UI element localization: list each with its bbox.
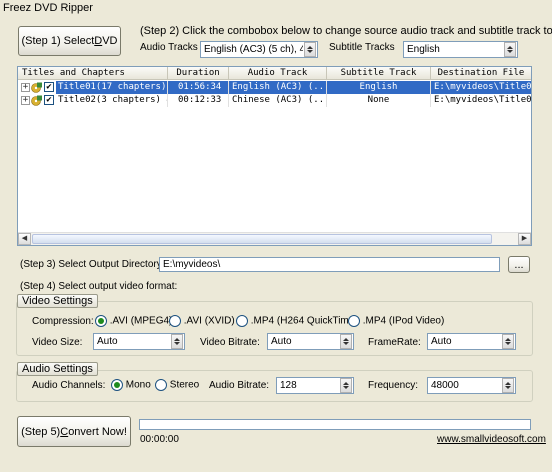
- audio-settings-legend: Audio Settings: [17, 362, 98, 376]
- select-dvd-label-post: VD: [102, 35, 118, 47]
- convert-label-pre: (Step 5): [21, 425, 61, 438]
- scroll-right-icon[interactable]: ▶: [518, 233, 531, 245]
- spin-arrows-icon[interactable]: [502, 378, 514, 393]
- frequency-combobox[interactable]: 48000: [427, 377, 516, 394]
- duration-cell: 01:56:34: [168, 81, 229, 94]
- subtitle-cell: English: [327, 81, 431, 94]
- audio-channels-label: Audio Channels:: [32, 380, 106, 391]
- window-title: Freez DVD Ripper: [0, 0, 552, 16]
- audio-cell: Chinese (AC3) (...: [229, 94, 327, 107]
- compression-option-label: .MP4 (IPod Video): [362, 315, 445, 327]
- expand-plus-icon[interactable]: +: [21, 83, 30, 92]
- compression-option-avi-mpeg4[interactable]: .AVI (MPEG4): [95, 315, 172, 327]
- compression-option-label: .AVI (MPEG4): [109, 315, 173, 327]
- video-bitrate-value: Auto: [271, 336, 292, 347]
- video-size-value: Auto: [97, 336, 118, 347]
- expand-plus-icon[interactable]: +: [21, 96, 30, 105]
- frequency-value: 48000: [431, 380, 459, 391]
- radio-selected-icon[interactable]: [111, 379, 123, 391]
- spin-arrows-icon[interactable]: [171, 334, 183, 349]
- dvd-disc-icon: [31, 95, 42, 106]
- audio-tracks-label: Audio Tracks: [140, 42, 198, 53]
- framerate-value: Auto: [431, 336, 452, 347]
- duration-cell: 00:12:33: [168, 94, 229, 107]
- output-directory-label: (Step 3) Select Output Directory:: [20, 259, 165, 270]
- audio-bitrate-combobox[interactable]: 128: [276, 377, 354, 394]
- radio-empty-icon[interactable]: [236, 315, 248, 327]
- select-dvd-label-key: D: [94, 35, 103, 47]
- table-row[interactable]: + ✔ Title01(17 chapters)... 01:56:34 Eng…: [18, 81, 531, 94]
- radio-empty-icon[interactable]: [169, 315, 181, 327]
- column-header-subtitle-track[interactable]: Subtitle Track: [327, 67, 431, 80]
- convert-label-post: onvert Now!: [68, 425, 127, 438]
- video-size-combobox[interactable]: Auto: [93, 333, 185, 350]
- spin-arrows-icon[interactable]: [502, 334, 514, 349]
- output-format-label: (Step 4) Select output video format:: [20, 281, 178, 292]
- audio-channel-mono-label: Mono: [125, 379, 151, 391]
- audio-bitrate-value: 128: [280, 380, 297, 391]
- dvd-disc-icon: [31, 82, 42, 93]
- browse-button[interactable]: ...: [508, 256, 530, 273]
- select-dvd-label-pre: (Step 1) Select: [21, 35, 95, 47]
- radio-empty-icon[interactable]: [155, 379, 167, 391]
- conversion-progress-bar: [139, 419, 531, 430]
- subtitle-tracks-value: English: [407, 44, 440, 55]
- audio-channel-mono[interactable]: Mono: [111, 379, 151, 391]
- column-header-duration[interactable]: Duration: [168, 67, 229, 80]
- audio-tracks-value: English (AC3) (5 ch), 48000Hz: [204, 44, 303, 55]
- video-settings-legend: Video Settings: [17, 294, 98, 308]
- radio-empty-icon[interactable]: [348, 315, 360, 327]
- audio-channel-stereo[interactable]: Stereo: [155, 379, 199, 391]
- compression-option-avi-xvid[interactable]: .AVI (XVID): [169, 315, 235, 327]
- framerate-label: FrameRate:: [368, 337, 421, 348]
- compression-option-mp4-ipod[interactable]: .MP4 (IPod Video): [348, 315, 444, 327]
- elapsed-time: 00:00:00: [140, 434, 179, 445]
- title-cell: Title02(3 chapters) 4:3: [56, 94, 168, 107]
- listview-header: Titles and Chapters Duration Audio Track…: [18, 67, 531, 80]
- subtitle-tracks-combobox[interactable]: English: [403, 41, 518, 58]
- select-dvd-button[interactable]: (Step 1) Select D VD: [18, 26, 121, 56]
- video-bitrate-combobox[interactable]: Auto: [267, 333, 354, 350]
- scroll-left-icon[interactable]: ◀: [18, 233, 31, 245]
- titles-listview[interactable]: Titles and Chapters Duration Audio Track…: [17, 66, 532, 246]
- radio-selected-icon[interactable]: [95, 315, 107, 327]
- horizontal-scrollbar[interactable]: ◀ ▶: [18, 232, 531, 245]
- compression-option-mp4-h264[interactable]: .MP4 (H264 QuickTime): [236, 315, 358, 327]
- video-bitrate-label: Video Bitrate:: [200, 337, 260, 348]
- audio-cell: English (AC3) (...: [229, 81, 327, 94]
- column-header-audio-track[interactable]: Audio Track: [229, 67, 327, 80]
- audio-tracks-combobox[interactable]: English (AC3) (5 ch), 48000Hz: [200, 41, 318, 58]
- website-link[interactable]: www.smallvideosoft.com: [437, 434, 546, 445]
- spin-arrows-icon[interactable]: [504, 42, 516, 57]
- compression-label: Compression:: [32, 316, 94, 327]
- compression-option-label: .AVI (XVID): [183, 315, 235, 327]
- subtitle-tracks-label: Subtitle Tracks: [329, 42, 395, 53]
- column-header-titles[interactable]: Titles and Chapters: [18, 67, 168, 80]
- convert-label-key: C: [60, 425, 69, 438]
- scrollbar-thumb[interactable]: [32, 234, 492, 244]
- convert-now-button[interactable]: (Step 5) Convert Now!: [17, 416, 131, 447]
- row-checkbox[interactable]: ✔: [44, 82, 54, 92]
- audio-channel-stereo-label: Stereo: [169, 379, 200, 391]
- video-size-label: Video Size:: [32, 337, 83, 348]
- step2-instruction: (Step 2) Click the combobox below to cha…: [140, 25, 552, 37]
- output-directory-field[interactable]: E:\myvideos\: [159, 257, 500, 272]
- audio-bitrate-label: Audio Bitrate:: [209, 380, 270, 391]
- compression-option-label: .MP4 (H264 QuickTime): [250, 315, 358, 327]
- destination-cell: E:\myvideos\Title01.avi: [431, 81, 531, 94]
- title-cell: Title01(17 chapters)...: [56, 81, 168, 94]
- column-header-destination-file[interactable]: Destination File: [431, 67, 531, 80]
- framerate-combobox[interactable]: Auto: [427, 333, 516, 350]
- spin-arrows-icon[interactable]: [340, 334, 352, 349]
- frequency-label: Frequency:: [368, 380, 419, 391]
- destination-cell: E:\myvideos\Title02.avi: [434, 95, 531, 105]
- subtitle-cell: None: [327, 94, 431, 107]
- row-checkbox[interactable]: ✔: [44, 95, 54, 105]
- spin-arrows-icon[interactable]: [340, 378, 352, 393]
- table-row[interactable]: + ✔ Title02(3 chapters) 4:3 00:12:33 Chi…: [18, 94, 531, 107]
- spin-arrows-icon[interactable]: [304, 42, 316, 57]
